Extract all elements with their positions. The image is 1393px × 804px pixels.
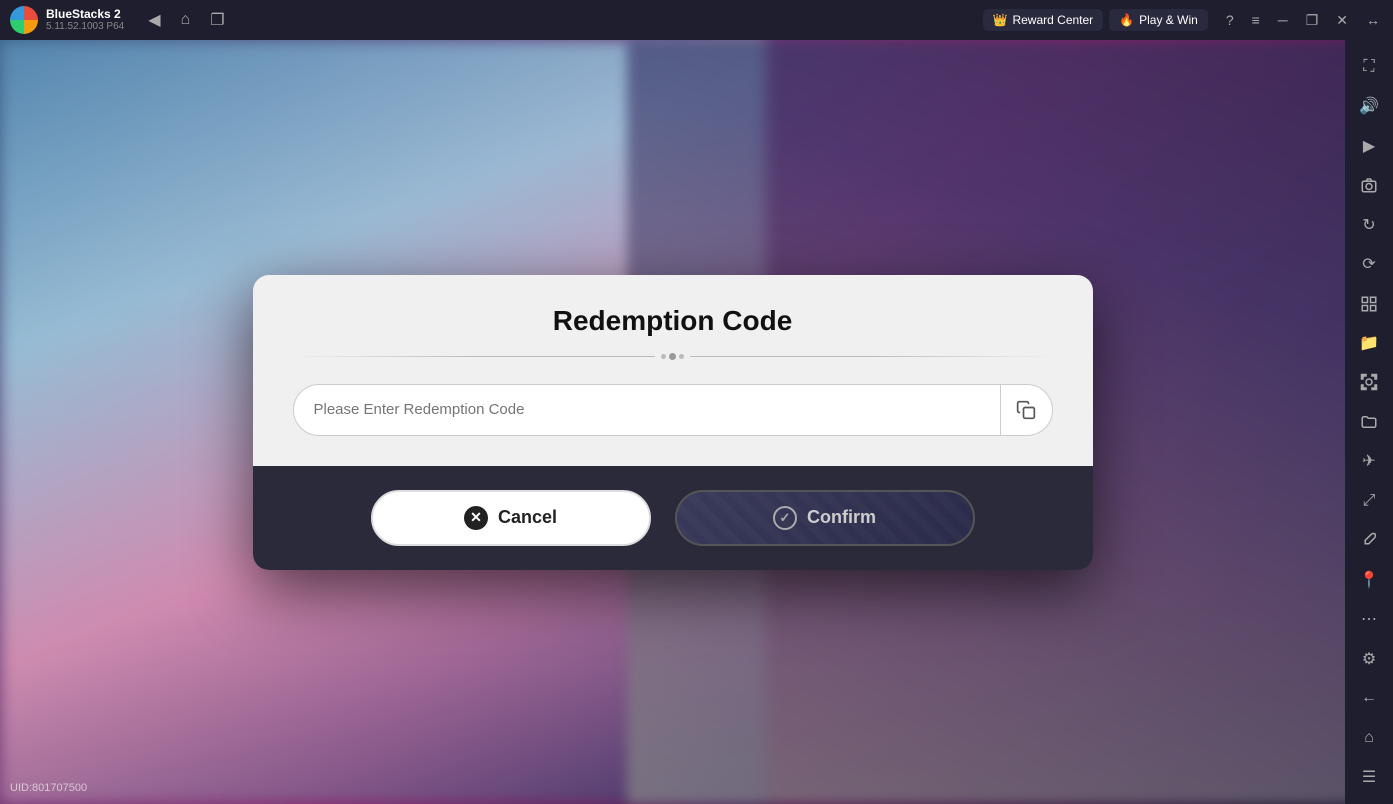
home-sidebar-icon[interactable]: ⌂: [1349, 719, 1389, 756]
reward-icon: 👑: [993, 13, 1008, 27]
app-version: 5.11.52.1003 P64: [46, 21, 124, 33]
app-info: BlueStacks 2 5.11.52.1003 P64: [46, 7, 124, 33]
refresh-icon[interactable]: ⟳: [1349, 245, 1389, 282]
play-win-label: Play & Win: [1139, 13, 1198, 27]
media-icon[interactable]: 📁: [1349, 324, 1389, 361]
reward-label: Reward Center: [1012, 13, 1093, 27]
bookmarks-button[interactable]: ❐: [204, 6, 230, 34]
dialog-overlay: Redemption Code: [0, 40, 1345, 804]
input-row: [293, 384, 1053, 436]
titlebar-nav: ◀ ⌂ ❐: [142, 6, 230, 34]
apps-icon[interactable]: [1349, 285, 1389, 322]
cancel-label: Cancel: [498, 507, 557, 528]
expand-button[interactable]: ↔: [1358, 7, 1388, 33]
help-button[interactable]: ?: [1218, 7, 1242, 33]
close-button[interactable]: ✕: [1328, 7, 1356, 34]
back-button[interactable]: ◀: [142, 6, 166, 34]
dialog-top: Redemption Code: [253, 275, 1093, 466]
volume-icon[interactable]: 🔊: [1349, 87, 1389, 124]
rotate-icon[interactable]: ↻: [1349, 206, 1389, 243]
settings-icon[interactable]: ⚙: [1349, 640, 1389, 677]
paste-icon: [1016, 400, 1036, 420]
divider-dots: [661, 353, 684, 360]
back-sidebar-icon[interactable]: ←: [1349, 680, 1389, 717]
screenshot-icon[interactable]: [1349, 364, 1389, 401]
divider-dot-2: [679, 354, 684, 359]
camera-icon[interactable]: [1349, 166, 1389, 203]
redemption-code-input[interactable]: [293, 384, 1001, 436]
titlebar-actions: ? ≡ ─ ❐ ✕ ↔: [1218, 7, 1393, 34]
titlebar-center: 👑 Reward Center 🔥 Play & Win: [241, 9, 1218, 31]
titlebar-left: BlueStacks 2 5.11.52.1003 P64 ◀ ⌂ ❐: [0, 6, 241, 34]
redemption-dialog: Redemption Code: [253, 275, 1093, 570]
right-sidebar: ⛶ 🔊 ▶ ↻ ⟳ 📁 ✈ ⤢ 📍 ⋯ ⚙ ← ⌂ ☰: [1345, 40, 1393, 804]
menu-sidebar-icon[interactable]: ☰: [1349, 758, 1389, 795]
home-button[interactable]: ⌂: [175, 7, 197, 33]
divider-dot-1: [661, 354, 666, 359]
confirm-label: Confirm: [807, 507, 876, 528]
location-icon[interactable]: 📍: [1349, 561, 1389, 598]
folder-icon[interactable]: [1349, 403, 1389, 440]
more-icon[interactable]: ⋯: [1349, 601, 1389, 638]
bluestacks-logo: [10, 6, 38, 34]
play-win-icon: 🔥: [1119, 13, 1134, 27]
resize-icon[interactable]: ⤢: [1349, 482, 1389, 519]
confirm-button[interactable]: ✓ Confirm: [675, 490, 975, 546]
reward-center-button[interactable]: 👑 Reward Center: [983, 9, 1104, 31]
divider-dot-main: [669, 353, 676, 360]
dialog-bottom: ✕ Cancel ✓ Confirm: [253, 466, 1093, 570]
divider-line-left: [293, 356, 656, 357]
fullscreen-icon[interactable]: ⛶: [1349, 48, 1389, 85]
cancel-icon: ✕: [464, 506, 488, 530]
minimize-button[interactable]: ─: [1270, 7, 1296, 33]
confirm-icon: ✓: [773, 506, 797, 530]
titlebar: BlueStacks 2 5.11.52.1003 P64 ◀ ⌂ ❐ 👑 Re…: [0, 0, 1393, 40]
maximize-button[interactable]: ❐: [1298, 7, 1327, 34]
app-name: BlueStacks 2: [46, 7, 124, 21]
dialog-divider: [293, 353, 1053, 360]
paste-button[interactable]: [1001, 384, 1053, 436]
flight-icon[interactable]: ✈: [1349, 443, 1389, 480]
play-win-button[interactable]: 🔥 Play & Win: [1109, 9, 1208, 31]
brush-icon[interactable]: [1349, 522, 1389, 559]
dialog-title: Redemption Code: [293, 305, 1053, 337]
video-icon[interactable]: ▶: [1349, 127, 1389, 164]
hamburger-button[interactable]: ≡: [1244, 7, 1268, 33]
cancel-button[interactable]: ✕ Cancel: [371, 490, 651, 546]
divider-line-right: [690, 356, 1053, 357]
